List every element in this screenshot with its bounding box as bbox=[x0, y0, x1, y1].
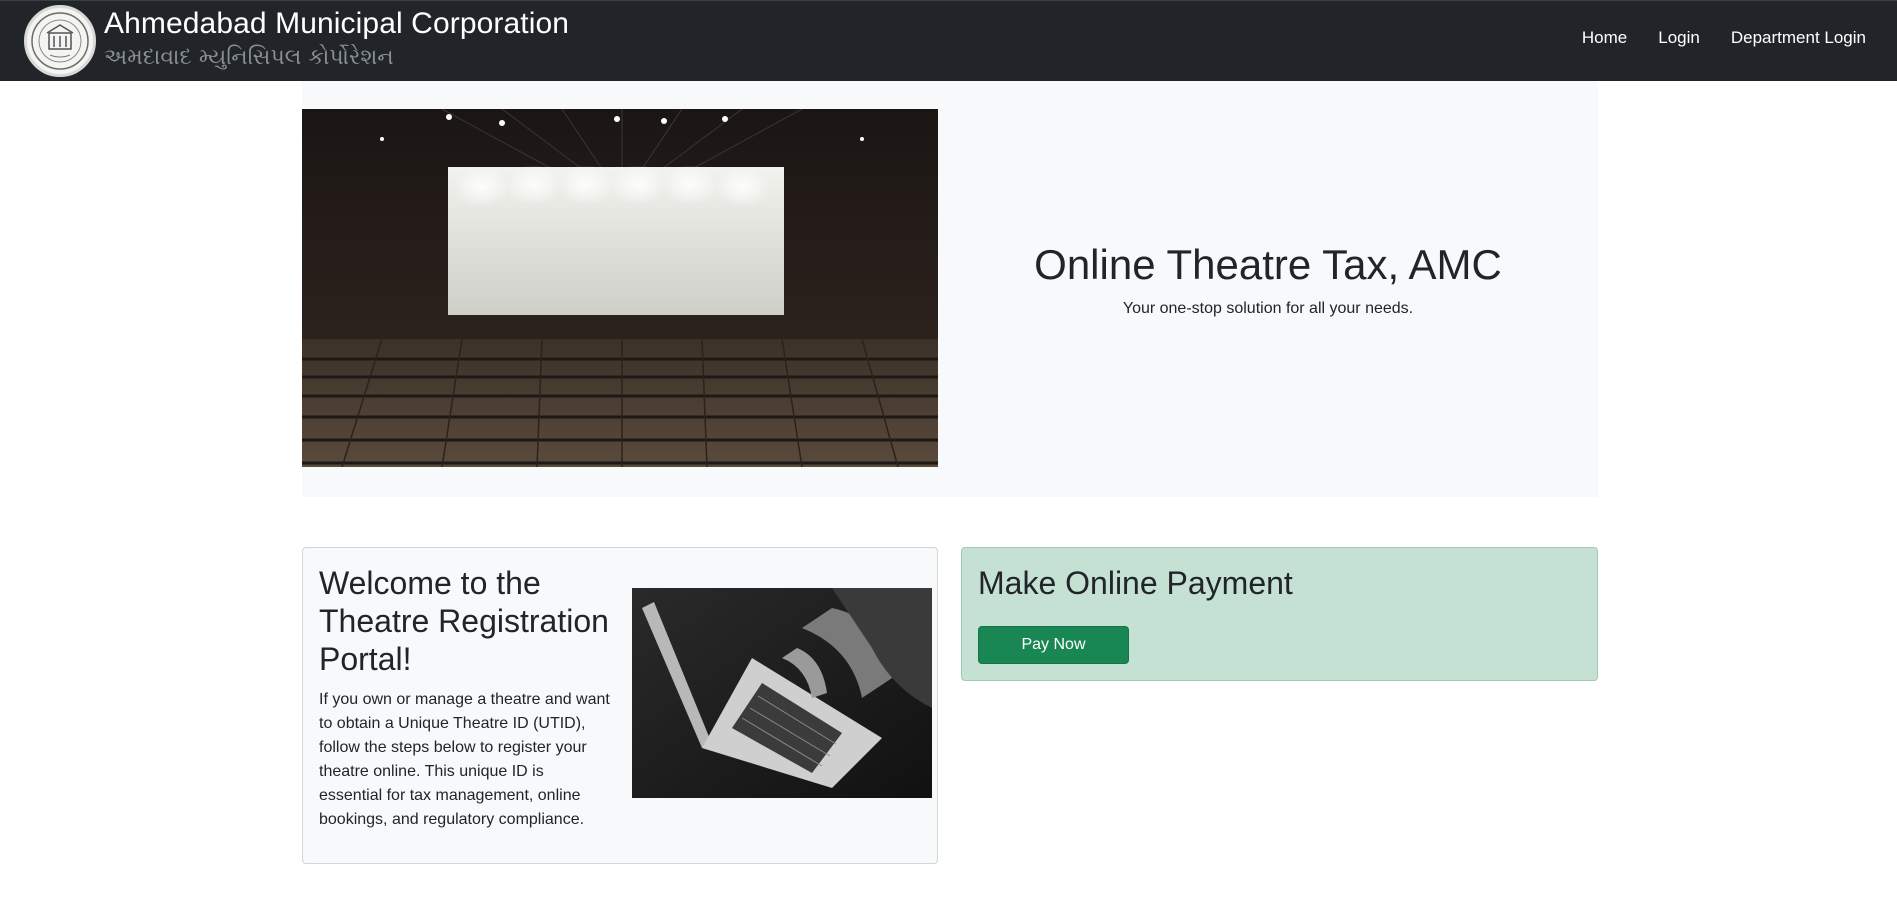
nav-home-link[interactable]: Home bbox=[1582, 27, 1627, 49]
hero-subtitle: Your one-stop solution for all your need… bbox=[1122, 300, 1414, 317]
payment-card: Make Online Payment Pay Now bbox=[961, 547, 1598, 681]
hero-section: Online Theatre Tax, AMC Your one-stop so… bbox=[302, 81, 1598, 497]
nav-menu: Home Login Department Login bbox=[1551, 27, 1866, 49]
site-subtitle-gujarati: અમદાવાદ મ્યુનિસિપલ કોર્પોરેશન bbox=[104, 45, 394, 70]
brand[interactable]: Ahmedabad Municipal Corporation અમદાવાદ … bbox=[24, 5, 569, 77]
laptop-image bbox=[632, 588, 932, 798]
welcome-title: Welcome to the Theatre Registration Port… bbox=[319, 565, 609, 677]
hero-title: Online Theatre Tax, AMC bbox=[1034, 241, 1502, 288]
nav-login-link[interactable]: Login bbox=[1658, 27, 1700, 49]
payment-title: Make Online Payment bbox=[978, 565, 1293, 601]
amc-logo-icon bbox=[24, 5, 96, 77]
welcome-description: If you own or manage a theatre and want … bbox=[319, 691, 610, 828]
nav-department-login-link[interactable]: Department Login bbox=[1731, 27, 1866, 49]
site-title[interactable]: Ahmedabad Municipal Corporation bbox=[104, 5, 569, 43]
welcome-card: Welcome to the Theatre Registration Port… bbox=[302, 547, 938, 864]
top-navbar: Ahmedabad Municipal Corporation અમદાવાદ … bbox=[0, 0, 1897, 81]
theatre-hall-image bbox=[302, 109, 938, 467]
pay-now-button[interactable]: Pay Now bbox=[978, 626, 1129, 664]
